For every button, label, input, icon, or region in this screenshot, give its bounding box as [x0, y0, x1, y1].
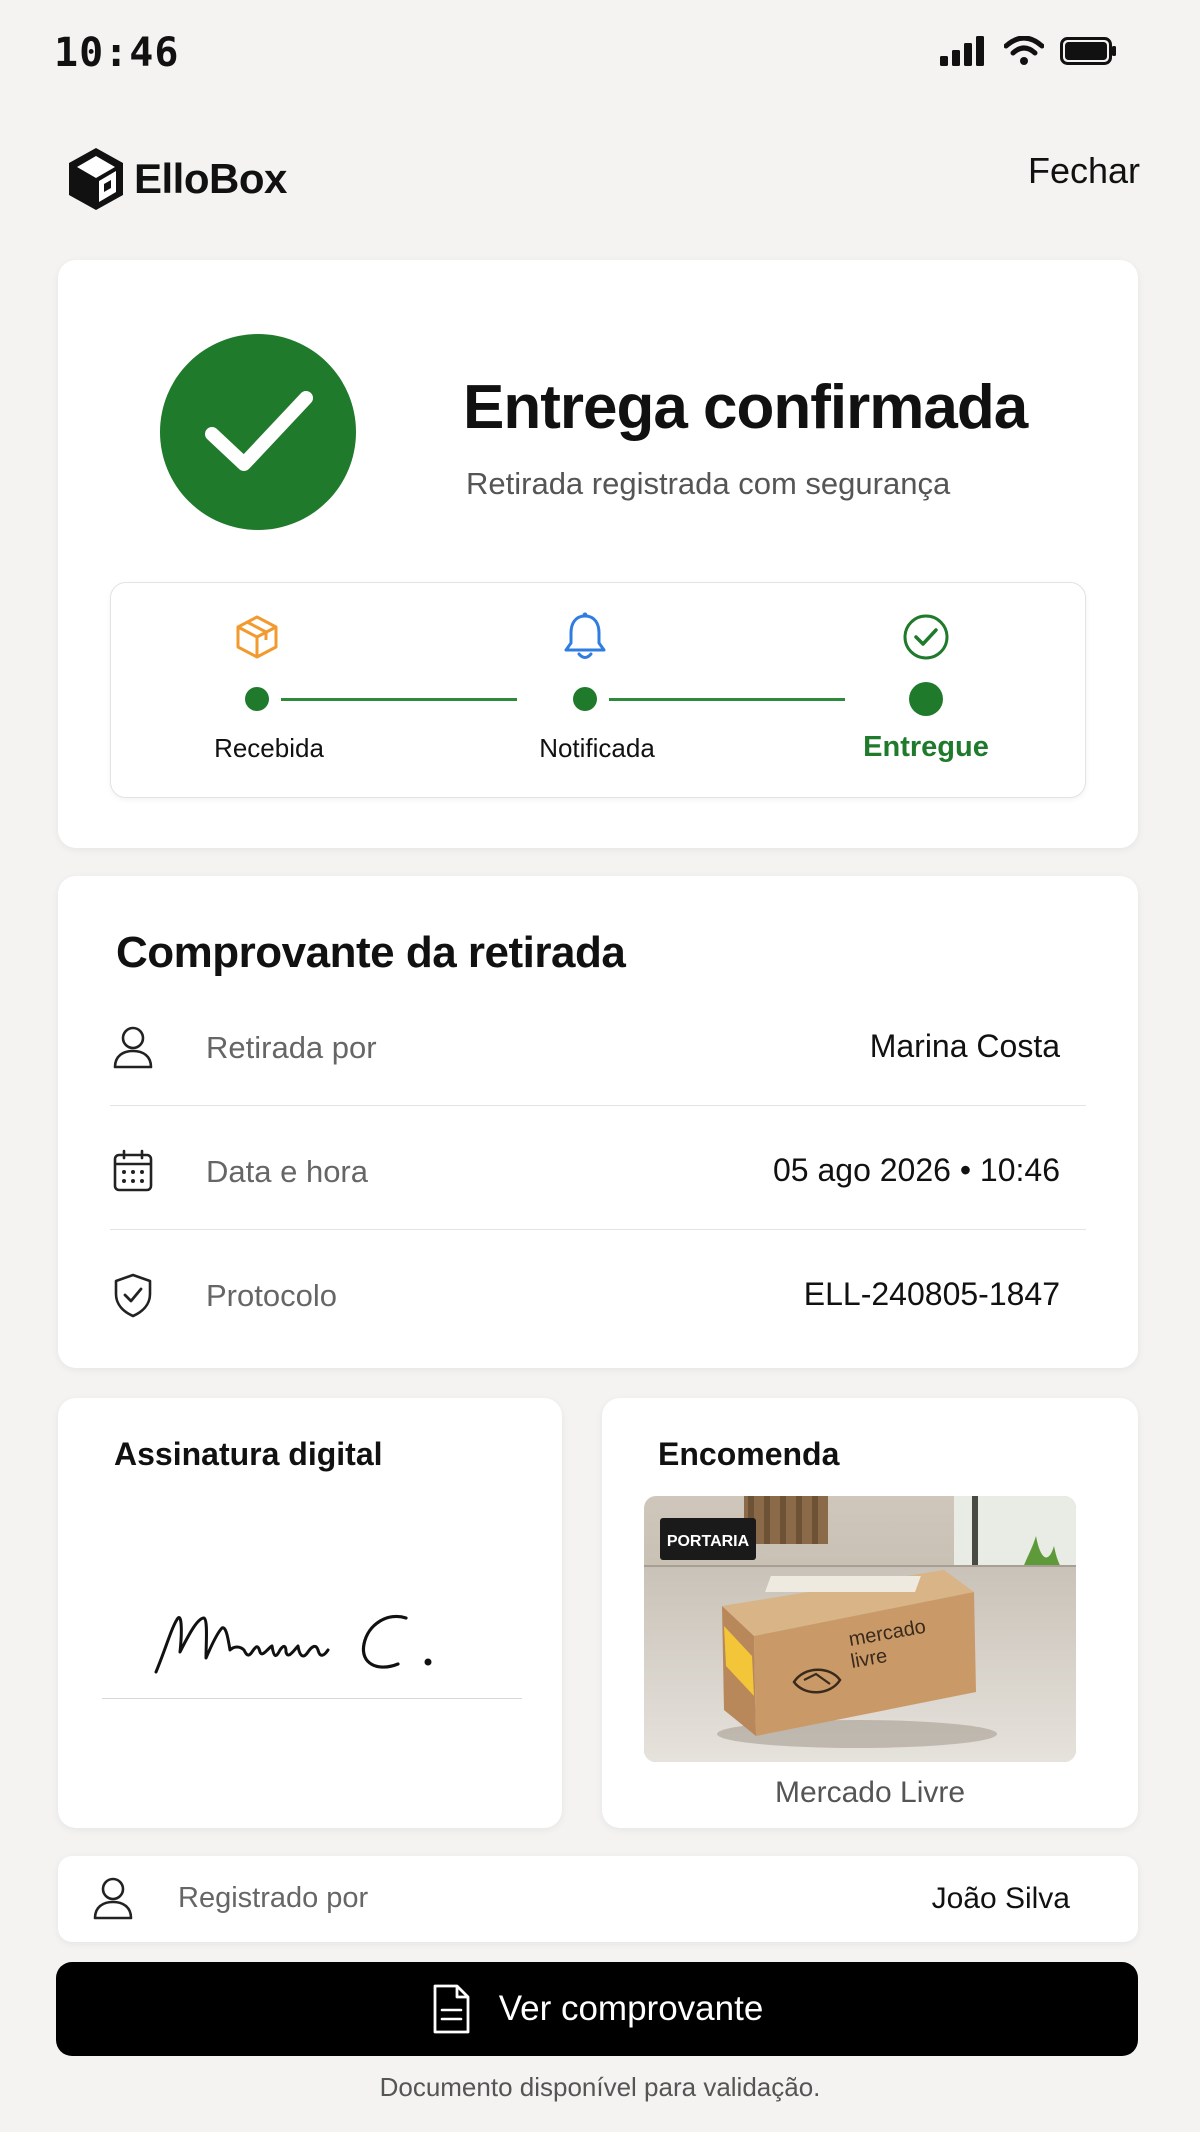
signature-image — [154, 1614, 432, 1674]
view-receipt-label: Ver comprovante — [498, 1989, 764, 2028]
wifi-icon — [1004, 36, 1044, 65]
package-card: Encomenda PORTARIA mercado livre Mercado… — [602, 1398, 1138, 1828]
receipt-row-protocol: Protocolo ELL-240805-1847 — [110, 1232, 1086, 1354]
row-value: Marina Costa — [869, 1028, 1060, 1064]
registered-by-value: João Silva — [931, 1882, 1070, 1915]
registered-by-row: Registrado por João Silva — [58, 1856, 1138, 1942]
row-value[interactable]: ELL-240805-1847 — [804, 1276, 1060, 1313]
delivery-status-card: Entrega confirmada Retirada registrada c… — [58, 260, 1138, 848]
check-circle-icon — [898, 609, 954, 665]
row-label: Data e hora — [206, 1154, 368, 1189]
signature-title: Assinatura digital — [114, 1436, 383, 1472]
view-receipt-button[interactable]: Ver comprovante — [56, 1962, 1138, 2056]
status-time: 10:46 — [54, 30, 180, 76]
receipt-title: Comprovante da retirada — [116, 928, 626, 977]
step-connector — [609, 698, 845, 701]
cube-logo-icon — [69, 148, 123, 210]
brand-name: ElloBox — [134, 155, 287, 202]
portaria-sign: PORTARIA — [667, 1533, 750, 1550]
step-label-delivered: Entregue — [863, 731, 989, 763]
success-check-icon — [160, 334, 356, 530]
package-sender: Mercado Livre — [774, 1776, 966, 1809]
step-dot-received — [245, 687, 269, 711]
document-icon — [433, 1984, 470, 2034]
status-icons — [940, 36, 1118, 66]
row-label: Retirada por — [206, 1030, 377, 1065]
package-icon — [229, 609, 285, 665]
delivery-progress-tracker: Recebida Notificada Entregue — [110, 582, 1086, 798]
page-subtitle: Retirada registrada com segurança — [466, 466, 951, 501]
brand-logo[interactable]: ElloBox — [66, 146, 287, 212]
row-value: 05 ago 2026 • 10:46 — [772, 1152, 1060, 1188]
user-icon — [110, 1024, 156, 1070]
signal-icon — [940, 36, 984, 66]
user-icon — [92, 1876, 134, 1925]
receipt-card: Comprovante da retirada Retirada por Mar… — [58, 876, 1138, 1368]
receipt-row-picked-up-by: Retirada por Marina Costa — [110, 984, 1086, 1106]
battery-icon — [1060, 37, 1116, 65]
package-title: Encomenda — [658, 1436, 840, 1472]
digital-signature-card: Assinatura digital — [58, 1398, 562, 1828]
app-header: ElloBox Fechar — [66, 144, 1140, 214]
calendar-icon — [110, 1148, 156, 1194]
step-label-received: Recebida — [214, 733, 324, 763]
shield-check-icon — [110, 1272, 156, 1318]
registered-by-label: Registrado por — [178, 1882, 369, 1914]
row-label: Protocolo — [206, 1278, 337, 1313]
step-label-notified: Notificada — [539, 733, 655, 763]
validation-footnote: Documento disponível para validação. — [379, 2072, 821, 2102]
package-photo[interactable]: PORTARIA mercado livre — [644, 1496, 1076, 1762]
bell-icon — [557, 609, 613, 665]
close-button[interactable]: Fechar — [1028, 150, 1140, 192]
receipt-row-date-time: Data e hora 05 ago 2026 • 10:46 — [110, 1108, 1086, 1230]
step-connector — [281, 698, 517, 701]
signature-baseline — [102, 1698, 522, 1699]
page-title: Entrega confirmada — [463, 373, 1028, 442]
step-dot-delivered — [909, 682, 943, 716]
step-dot-notified — [573, 687, 597, 711]
status-bar: 10:46 — [0, 0, 1200, 110]
